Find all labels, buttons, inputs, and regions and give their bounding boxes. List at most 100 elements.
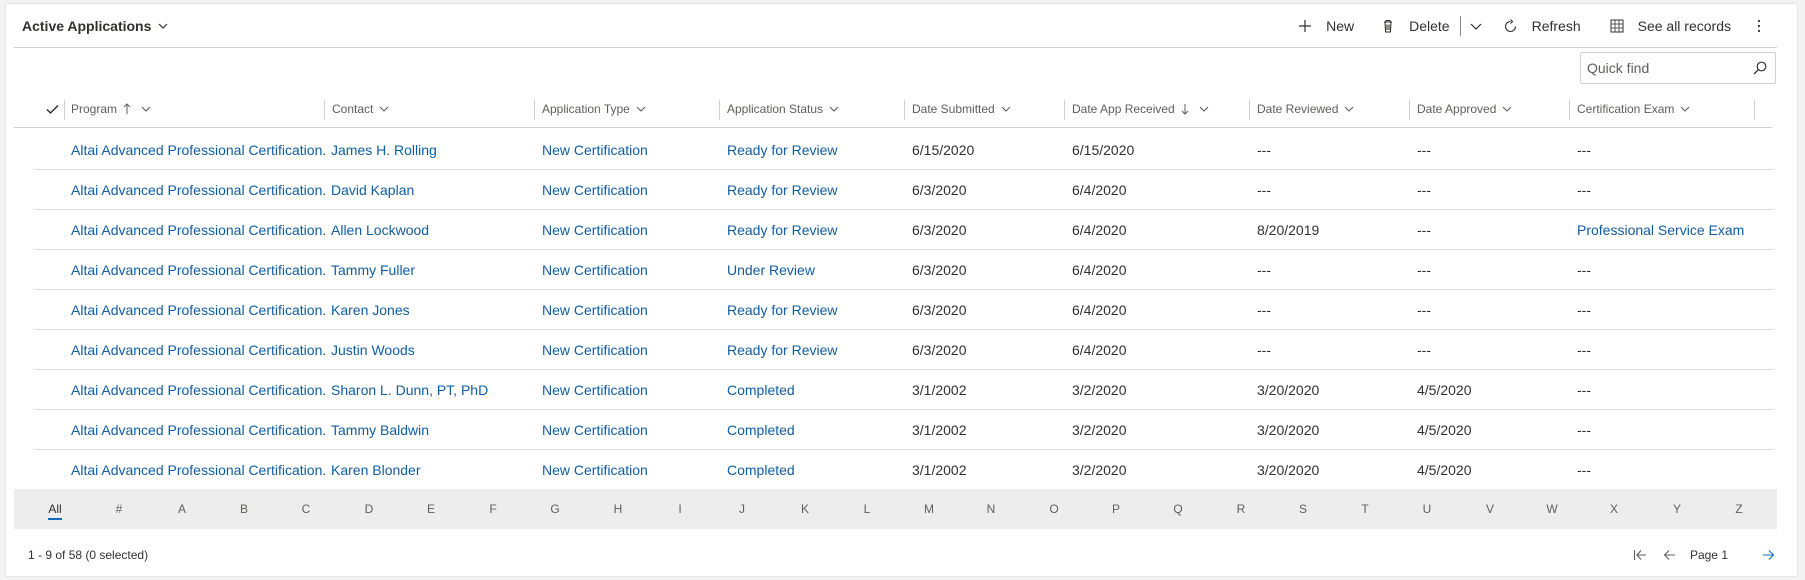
more-commands-button[interactable] <box>1757 4 1761 48</box>
view-selector[interactable]: Active Applications <box>22 4 169 48</box>
table-row[interactable]: Altai Advanced Professional Certificatio… <box>34 250 1774 290</box>
refresh-button[interactable]: Refresh <box>1503 4 1581 48</box>
application-status-link[interactable]: Completed <box>727 410 795 450</box>
delete-button[interactable]: Delete <box>1381 4 1450 48</box>
contact-link[interactable]: David Kaplan <box>331 170 414 210</box>
column-header-certification-exam[interactable]: Certification Exam <box>1577 90 1691 128</box>
quick-find-input[interactable] <box>1581 60 1745 76</box>
table-row[interactable]: Altai Advanced Professional Certificatio… <box>34 170 1774 210</box>
jump-letter-c[interactable]: C <box>294 489 318 529</box>
certification-exam: --- <box>1577 182 1591 198</box>
jump-letter-d[interactable]: D <box>357 489 381 529</box>
table-row[interactable]: Altai Advanced Professional Certificatio… <box>34 130 1774 170</box>
jump-letter-t[interactable]: T <box>1353 489 1377 529</box>
table-row[interactable]: Altai Advanced Professional Certificatio… <box>34 290 1774 330</box>
application-status-link[interactable]: Ready for Review <box>727 170 838 210</box>
application-type-link[interactable]: New Certification <box>542 130 648 170</box>
contact-link[interactable]: Tammy Baldwin <box>331 410 429 450</box>
jump-letter-m[interactable]: M <box>917 489 941 529</box>
jump-letter-l[interactable]: L <box>855 489 879 529</box>
program-link[interactable]: Altai Advanced Professional Certificatio… <box>71 210 326 250</box>
application-type-link[interactable]: New Certification <box>542 370 648 410</box>
program-link[interactable]: Altai Advanced Professional Certificatio… <box>71 290 326 330</box>
column-header-date-reviewed[interactable]: Date Reviewed <box>1257 90 1355 128</box>
application-type-link[interactable]: New Certification <box>542 330 648 370</box>
column-header-date-approved[interactable]: Date Approved <box>1417 90 1513 128</box>
jump-letter-f[interactable]: F <box>481 489 505 529</box>
jump-letter-hash[interactable]: # <box>107 489 131 529</box>
application-type-link[interactable]: New Certification <box>542 210 648 250</box>
contact-link[interactable]: Karen Jones <box>331 290 410 330</box>
program-link[interactable]: Altai Advanced Professional Certificatio… <box>71 250 326 290</box>
delete-more-button[interactable] <box>1469 4 1483 48</box>
table-row[interactable]: Altai Advanced Professional Certificatio… <box>34 410 1774 450</box>
table-row[interactable]: Altai Advanced Professional Certificatio… <box>34 330 1774 370</box>
table-row[interactable]: Altai Advanced Professional Certificatio… <box>34 450 1774 490</box>
jump-letter-w[interactable]: W <box>1540 489 1564 529</box>
jump-letter-all[interactable]: All <box>43 489 67 529</box>
new-button[interactable]: New <box>1298 4 1354 48</box>
program-link[interactable]: Altai Advanced Professional Certificatio… <box>71 330 326 370</box>
application-status-link[interactable]: Ready for Review <box>727 210 838 250</box>
application-status-link[interactable]: Ready for Review <box>727 330 838 370</box>
jump-letter-i[interactable]: I <box>668 489 692 529</box>
application-type-link[interactable]: New Certification <box>542 170 648 210</box>
jump-letter-a[interactable]: A <box>170 489 194 529</box>
program-link[interactable]: Altai Advanced Professional Certificatio… <box>71 370 326 410</box>
jump-letter-h[interactable]: H <box>606 489 630 529</box>
contact-link[interactable]: Justin Woods <box>331 330 415 370</box>
jump-letter-x[interactable]: X <box>1602 489 1626 529</box>
application-type-link[interactable]: New Certification <box>542 450 648 490</box>
jump-letter-v[interactable]: V <box>1478 489 1502 529</box>
select-all-checkbox[interactable] <box>46 90 59 128</box>
certification-exam-link[interactable]: Professional Service Exam <box>1577 210 1744 250</box>
jump-letter-k[interactable]: K <box>793 489 817 529</box>
see-all-records-button[interactable]: See all records <box>1610 4 1731 48</box>
first-page-icon[interactable] <box>1633 549 1647 561</box>
jump-letter-j[interactable]: J <box>730 489 754 529</box>
search-icon[interactable] <box>1745 61 1775 75</box>
application-status-link[interactable]: Completed <box>727 450 795 490</box>
more-icon <box>1757 19 1761 33</box>
jump-letter-p[interactable]: P <box>1104 489 1128 529</box>
program-link[interactable]: Altai Advanced Professional Certificatio… <box>71 410 326 450</box>
previous-page-icon[interactable] <box>1663 549 1676 561</box>
table-row[interactable]: Altai Advanced Professional Certificatio… <box>34 370 1774 410</box>
application-type-link[interactable]: New Certification <box>542 410 648 450</box>
application-type-link[interactable]: New Certification <box>542 290 648 330</box>
jump-letter-g[interactable]: G <box>543 489 567 529</box>
quick-find-box <box>1580 52 1776 84</box>
program-link[interactable]: Altai Advanced Professional Certificatio… <box>71 170 326 210</box>
contact-link[interactable]: Tammy Fuller <box>331 250 415 290</box>
column-header-date-submitted[interactable]: Date Submitted <box>912 90 1012 128</box>
jump-letter-u[interactable]: U <box>1415 489 1439 529</box>
contact-link[interactable]: James H. Rolling <box>331 130 437 170</box>
application-type-link[interactable]: New Certification <box>542 250 648 290</box>
jump-letter-b[interactable]: B <box>232 489 256 529</box>
jump-letter-q[interactable]: Q <box>1166 489 1190 529</box>
jump-letter-y[interactable]: Y <box>1665 489 1689 529</box>
column-header-application-status[interactable]: Application Status <box>727 90 840 128</box>
contact-link[interactable]: Sharon L. Dunn, PT, PhD <box>331 370 488 410</box>
contact-link[interactable]: Karen Blonder <box>331 450 421 490</box>
table-row[interactable]: Altai Advanced Professional Certificatio… <box>34 210 1774 250</box>
jump-letter-n[interactable]: N <box>979 489 1003 529</box>
application-status-link[interactable]: Ready for Review <box>727 130 838 170</box>
jump-letter-o[interactable]: O <box>1042 489 1066 529</box>
contact-link[interactable]: Allen Lockwood <box>331 210 429 250</box>
application-status-link[interactable]: Under Review <box>727 250 815 290</box>
jump-letter-z[interactable]: Z <box>1727 489 1751 529</box>
program-link[interactable]: Altai Advanced Professional Certificatio… <box>71 130 326 170</box>
jump-letter-r[interactable]: R <box>1229 489 1253 529</box>
column-header-contact[interactable]: Contact <box>332 90 390 128</box>
application-status-link[interactable]: Ready for Review <box>727 290 838 330</box>
column-label: Date Submitted <box>912 102 995 116</box>
column-header-application-type[interactable]: Application Type <box>542 90 647 128</box>
next-page-icon[interactable] <box>1762 549 1775 561</box>
column-header-program[interactable]: Program <box>71 90 152 128</box>
program-link[interactable]: Altai Advanced Professional Certificatio… <box>71 450 326 490</box>
jump-letter-s[interactable]: S <box>1291 489 1315 529</box>
column-header-date-app-received[interactable]: Date App Received <box>1072 90 1210 128</box>
application-status-link[interactable]: Completed <box>727 370 795 410</box>
jump-letter-e[interactable]: E <box>419 489 443 529</box>
